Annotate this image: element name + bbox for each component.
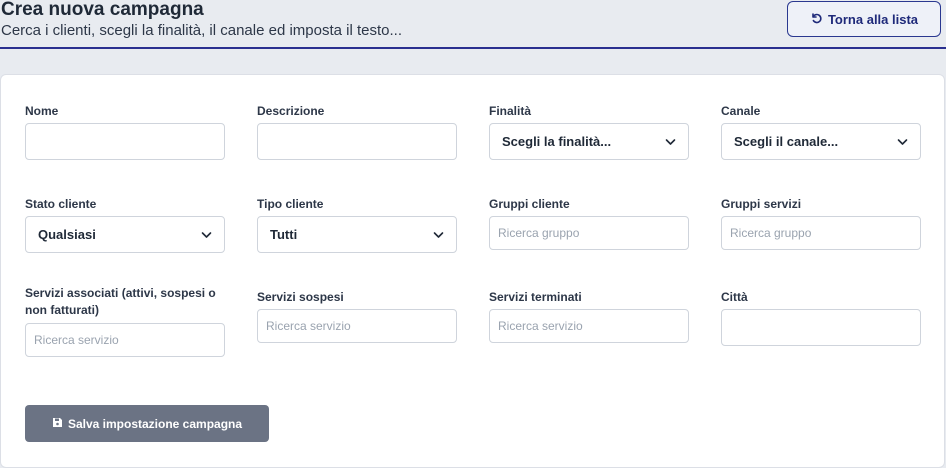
servizi-associati-label-line2: non fatturati) — [25, 303, 99, 317]
gruppi-servizi-label: Gruppi servizi — [721, 197, 802, 211]
descrizione-input[interactable] — [257, 123, 457, 160]
citta-input[interactable] — [721, 309, 921, 346]
canale-selected-value: Scegli il canale... — [734, 134, 839, 149]
tipo-cliente-select[interactable]: Tutti — [257, 216, 457, 253]
servizi-terminati-label: Servizi terminati — [489, 290, 582, 304]
servizi-terminati-placeholder: Ricerca servizio — [498, 319, 583, 333]
finalita-select[interactable]: Scegli la finalità... — [489, 123, 689, 160]
gruppi-servizi-placeholder: Ricerca gruppo — [730, 226, 812, 240]
servizi-associati-placeholder: Ricerca servizio — [34, 333, 119, 347]
finalita-selected-value: Scegli la finalità... — [502, 134, 612, 149]
page-header: Crea nuova campagna Cerca i clienti, sce… — [0, 0, 946, 49]
stato-cliente-selected-value: Qualsiasi — [38, 227, 96, 242]
tipo-cliente-label: Tipo cliente — [257, 197, 324, 211]
citta-label: Città — [721, 290, 748, 304]
servizi-associati-label: Servizi associati (attivi, sospesi o non… — [25, 285, 216, 319]
servizi-associati-label-line1: Servizi associati (attivi, sospesi o — [25, 286, 216, 300]
stato-cliente-label: Stato cliente — [25, 197, 97, 211]
undo-icon — [810, 12, 822, 27]
tipo-cliente-selected-value: Tutti — [270, 227, 298, 242]
canale-label: Canale — [721, 104, 761, 118]
canale-select[interactable]: Scegli il canale... — [721, 123, 921, 160]
nome-label: Nome — [25, 104, 59, 118]
back-button-label: Torna alla lista — [827, 11, 919, 27]
servizi-terminati-search-input[interactable]: Ricerca servizio — [489, 309, 689, 343]
floppy-disk-icon — [52, 417, 63, 431]
chevron-down-icon — [201, 231, 212, 238]
gruppi-cliente-label: Gruppi cliente — [489, 197, 570, 211]
chevron-down-icon — [433, 231, 444, 238]
page-subtitle: Cerca i clienti, scegli la finalità, il … — [1, 22, 403, 39]
chevron-down-icon — [665, 138, 676, 145]
servizi-sospesi-label: Servizi sospesi — [257, 290, 344, 304]
descrizione-label: Descrizione — [257, 104, 325, 118]
gruppi-servizi-search-input[interactable]: Ricerca gruppo — [721, 216, 921, 250]
save-campaign-button[interactable]: Salva impostazione campagna — [25, 405, 269, 442]
back-to-list-button[interactable]: Torna alla lista — [787, 1, 941, 37]
page-title: Crea nuova campagna — [1, 0, 204, 20]
chevron-down-icon — [897, 138, 908, 145]
gruppi-cliente-search-input[interactable]: Ricerca gruppo — [489, 216, 689, 250]
save-button-label: Salva impostazione campagna — [67, 416, 243, 431]
header-divider — [0, 47, 946, 49]
servizi-sospesi-search-input[interactable]: Ricerca servizio — [257, 309, 457, 343]
stato-cliente-select[interactable]: Qualsiasi — [25, 216, 225, 253]
finalita-label: Finalità — [489, 104, 532, 118]
servizi-sospesi-placeholder: Ricerca servizio — [266, 319, 351, 333]
gruppi-cliente-placeholder: Ricerca gruppo — [498, 226, 580, 240]
servizi-associati-search-input[interactable]: Ricerca servizio — [25, 323, 225, 357]
nome-input[interactable] — [25, 123, 225, 160]
